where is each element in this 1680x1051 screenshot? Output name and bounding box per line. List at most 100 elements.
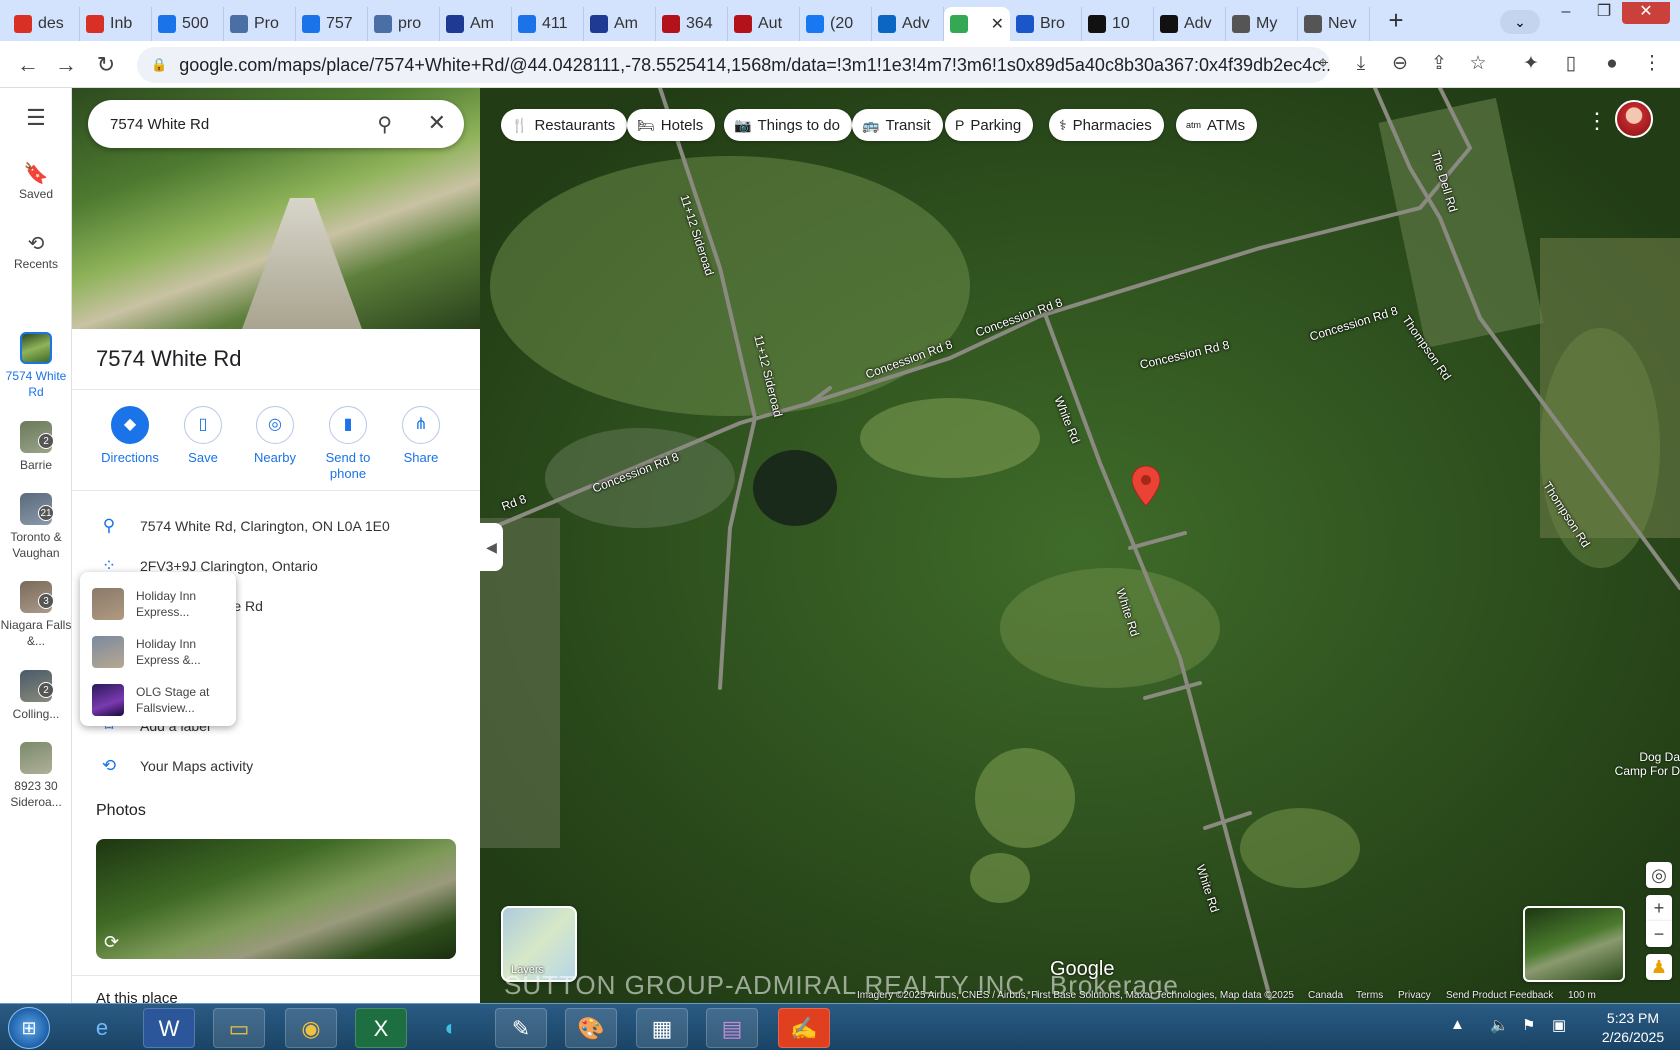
rail-item-place-current[interactable]: 7574 White Rd xyxy=(0,332,72,400)
save-button[interactable]: ▯ Save xyxy=(167,406,239,466)
restore-button[interactable]: ❐ xyxy=(1586,2,1622,24)
back-button[interactable]: ← xyxy=(12,49,44,81)
chip-hotels[interactable]: 🛏 Hotels xyxy=(627,109,716,141)
satellite-map[interactable]: 🍴 Restaurants 🛏 Hotels 📷 Things to do 🚌 Transit… xyxy=(480,88,1680,1003)
send-to-phone-button[interactable]: ▮ Send to phone xyxy=(312,406,384,482)
browser-tab[interactable]: Aut xyxy=(728,6,800,41)
network-icon[interactable]: ▣ xyxy=(1552,1016,1566,1034)
pegman-icon[interactable]: ♟ xyxy=(1646,954,1672,980)
share-button[interactable]: ⋔ Share xyxy=(385,406,457,466)
search-input[interactable]: 7574 White Rd ⚲ ✕ xyxy=(88,100,464,148)
browser-tab[interactable]: Pro xyxy=(224,6,296,41)
browser-tab[interactable]: ✕ xyxy=(944,6,1010,41)
archive-icon[interactable]: ▤ xyxy=(706,1008,758,1048)
browser-tab[interactable]: (20 xyxy=(800,6,872,41)
rail-item-barrie[interactable]: 2 Barrie xyxy=(0,421,72,473)
extensions-icon[interactable]: ✦ xyxy=(1516,49,1546,79)
rail-item-niagara[interactable]: 3 Niagara Falls &... xyxy=(0,581,72,649)
chip-parking[interactable]: P Parking xyxy=(945,109,1034,141)
ie-icon[interactable]: e xyxy=(76,1008,128,1048)
minimize-button[interactable]: – xyxy=(1548,2,1584,24)
tray-expand-icon[interactable]: ▲ xyxy=(1450,1016,1465,1033)
calculator-icon[interactable]: ▦ xyxy=(636,1008,688,1048)
hamburger-menu-icon[interactable]: ☰ xyxy=(0,107,72,129)
location-icon[interactable]: ⌖ xyxy=(1308,49,1338,79)
link-terms[interactable]: Terms xyxy=(1356,990,1383,1001)
paint-icon[interactable]: 🎨 xyxy=(565,1008,617,1048)
hover-card-item[interactable]: Holiday Inn Express... xyxy=(80,580,236,628)
bookmark-star-icon[interactable]: ☆ xyxy=(1463,49,1493,79)
rail-item-sideroad[interactable]: 8923 30 Sideroa... xyxy=(0,742,72,810)
chip-pharmacies[interactable]: ⚕ Pharmacies xyxy=(1049,109,1164,141)
chip-restaurants[interactable]: 🍴 Restaurants xyxy=(501,109,628,141)
chrome-icon[interactable]: ◉ xyxy=(285,1008,337,1048)
collapse-panel-button[interactable]: ◀ xyxy=(480,523,503,571)
pdf-icon[interactable]: ✍ xyxy=(778,1008,830,1048)
word-icon[interactable]: W xyxy=(143,1008,195,1048)
zoom-in-button[interactable]: + xyxy=(1646,895,1672,921)
forward-button[interactable]: → xyxy=(50,49,82,81)
browser-tab[interactable]: Am xyxy=(584,6,656,41)
edge-icon[interactable]: ◐ xyxy=(425,1008,477,1048)
location-marker-icon[interactable] xyxy=(1132,466,1160,506)
browser-tab[interactable]: 500 xyxy=(152,6,224,41)
install-icon[interactable]: ⤓ xyxy=(1346,49,1376,79)
poi-label[interactable]: Dog Da Camp For D xyxy=(1610,750,1680,778)
browser-tab[interactable]: My xyxy=(1226,6,1298,41)
link-canada[interactable]: Canada xyxy=(1308,990,1343,1001)
reload-button[interactable]: ↻ xyxy=(90,49,122,81)
browser-tab[interactable]: des xyxy=(8,6,80,41)
excel-icon[interactable]: X xyxy=(355,1008,407,1048)
browser-tab[interactable]: pro xyxy=(368,6,440,41)
browser-tab[interactable]: 757 xyxy=(296,6,368,41)
browser-tab[interactable]: Am xyxy=(440,6,512,41)
search-value: 7574 White Rd xyxy=(110,115,210,133)
street-view-thumbnail[interactable] xyxy=(1523,906,1625,982)
chip-transit[interactable]: 🚌 Transit xyxy=(852,109,943,141)
rail-item-toronto[interactable]: 21 Toronto & Vaughan xyxy=(0,493,72,561)
volume-icon[interactable]: 🔈 xyxy=(1490,1016,1509,1034)
my-location-button[interactable]: ◎ xyxy=(1646,862,1672,888)
nearby-button[interactable]: ◎ Nearby xyxy=(239,406,311,466)
flag-icon[interactable]: ⚑ xyxy=(1522,1016,1535,1034)
directions-button[interactable]: ◆ Directions xyxy=(94,406,166,466)
system-clock[interactable]: 5:23 PM 2/26/2025 xyxy=(1590,1009,1676,1047)
rail-item-recents[interactable]: ⟲ Recents xyxy=(0,234,72,272)
notepad-icon[interactable]: ✎ xyxy=(495,1008,547,1048)
hover-card-item[interactable]: OLG Stage at Fallsview... xyxy=(80,676,236,724)
search-icon[interactable]: ⚲ xyxy=(377,112,392,137)
link-feedback[interactable]: Send Product Feedback xyxy=(1446,990,1553,1001)
chip-atms[interactable]: atm ATMs xyxy=(1176,109,1258,141)
menu-icon[interactable]: ⋮ xyxy=(1637,49,1667,79)
browser-tab[interactable]: 364 xyxy=(656,6,728,41)
street-view-photo[interactable]: ⟳ xyxy=(96,839,456,959)
side-panel-icon[interactable]: ▯ xyxy=(1556,49,1586,79)
rail-item-collingwood[interactable]: 2 Colling... xyxy=(0,670,72,722)
browser-tab[interactable]: Inb xyxy=(80,6,152,41)
link-privacy[interactable]: Privacy xyxy=(1398,990,1431,1001)
share-icon[interactable]: ⇪ xyxy=(1424,49,1454,79)
folder-icon[interactable]: ▭ xyxy=(213,1008,265,1048)
browser-tab[interactable]: Bro xyxy=(1010,6,1082,41)
new-tab-button[interactable]: + xyxy=(1380,5,1412,36)
browser-tab[interactable]: 411 xyxy=(512,6,584,41)
zoom-icon[interactable]: ⊖ xyxy=(1385,49,1415,79)
avatar[interactable] xyxy=(1615,100,1653,138)
maps-activity-row[interactable]: ⟲ Your Maps activity xyxy=(96,754,253,778)
browser-tab[interactable]: 10 xyxy=(1082,6,1154,41)
hover-card-item[interactable]: Holiday Inn Express &... xyxy=(80,628,236,676)
close-window-button[interactable]: ✕ xyxy=(1622,2,1670,24)
address-row[interactable]: ⚲ 7574 White Rd, Clarington, ON L0A 1E0 xyxy=(96,514,390,538)
zoom-out-button[interactable]: − xyxy=(1646,921,1672,947)
browser-tab[interactable]: Nev xyxy=(1298,6,1370,41)
close-tab-icon[interactable]: ✕ xyxy=(991,14,1004,34)
rail-item-saved[interactable]: 🔖 Saved xyxy=(0,164,72,202)
profile-icon[interactable]: ● xyxy=(1597,49,1627,79)
close-icon[interactable]: ✕ xyxy=(428,110,446,136)
browser-tab[interactable]: Adv xyxy=(872,6,944,41)
chip-things-to-do[interactable]: 📷 Things to do xyxy=(724,109,852,141)
address-bar[interactable]: 🔒 google.com/maps/place/7574+White+Rd/@4… xyxy=(137,47,1330,83)
start-button[interactable]: ⊞ xyxy=(8,1007,50,1049)
tab-search-button[interactable]: ⌄ xyxy=(1500,10,1540,34)
browser-tab[interactable]: Adv xyxy=(1154,6,1226,41)
